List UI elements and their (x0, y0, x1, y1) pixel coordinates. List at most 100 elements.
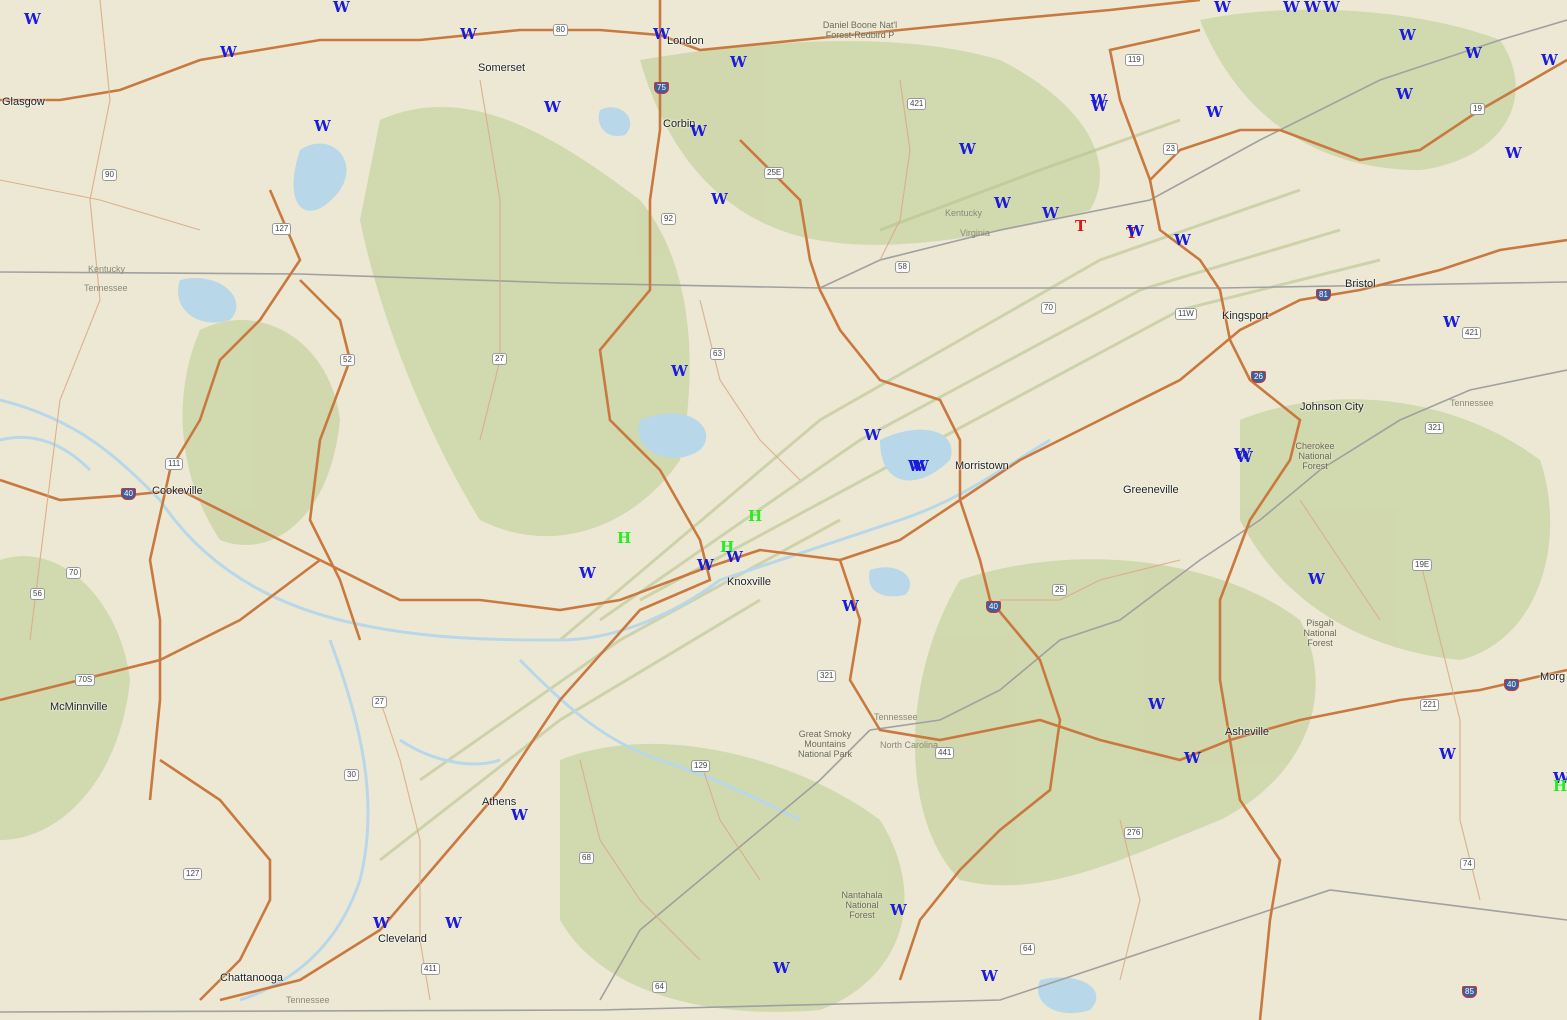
warning-marker[interactable]: W (1541, 53, 1558, 68)
t-marker[interactable]: T (1075, 219, 1086, 234)
warning-marker[interactable]: W (1214, 0, 1231, 15)
warning-marker[interactable]: W (1304, 0, 1321, 15)
route-shield: 63 (710, 348, 725, 360)
city-label: Asheville (1225, 726, 1270, 738)
city-label: Kingsport (1222, 310, 1269, 322)
warning-marker[interactable]: W (671, 364, 688, 379)
warning-marker[interactable]: W (1443, 315, 1460, 330)
warning-marker[interactable]: W (445, 916, 462, 931)
warning-marker[interactable]: W (1127, 224, 1144, 239)
city-label: Chattanooga (220, 972, 283, 984)
city-label: Glasgow (2, 96, 45, 108)
place-label: Mountains (804, 739, 846, 749)
route-shield: 129 (691, 760, 711, 772)
warning-marker[interactable]: W (959, 142, 976, 157)
state-label: Kentucky (88, 264, 126, 274)
map-canvas[interactable]: Kentucky Tennessee Kentucky Virginia Tenness… (0, 0, 1567, 1020)
warning-marker[interactable]: W (864, 428, 881, 443)
warning-marker[interactable]: W (653, 27, 670, 42)
warning-marker[interactable]: W (544, 100, 561, 115)
interstate-shield: 85 (1462, 986, 1477, 998)
warning-marker[interactable]: W (1323, 0, 1340, 15)
warning-marker[interactable]: W (1148, 697, 1165, 712)
warning-marker[interactable]: W (842, 599, 859, 614)
route-shield: 27 (492, 353, 507, 365)
state-label: Tennessee (1450, 398, 1494, 408)
city-label: Cleveland (378, 933, 427, 945)
city-label: Bristol (1345, 278, 1376, 290)
route-shield: 127 (183, 868, 203, 880)
warning-marker[interactable]: W (1236, 450, 1253, 465)
warning-marker[interactable]: W (1399, 28, 1416, 43)
route-shield: 321 (817, 670, 837, 682)
route-shield: 68 (579, 852, 594, 864)
warning-marker[interactable]: W (1174, 233, 1191, 248)
warning-marker[interactable]: W (1091, 99, 1108, 114)
interstate-shield: 40 (1504, 679, 1519, 691)
warning-marker[interactable]: W (690, 124, 707, 139)
warning-marker[interactable]: W (1283, 0, 1300, 15)
warning-marker[interactable]: W (1308, 572, 1325, 587)
warning-marker[interactable]: W (1505, 146, 1522, 161)
warning-marker[interactable]: W (460, 27, 477, 42)
warning-marker[interactable]: W (994, 196, 1011, 211)
city-label: Somerset (478, 62, 526, 74)
warning-marker[interactable]: W (373, 916, 390, 931)
route-shield: 25 (1052, 584, 1067, 596)
h-marker[interactable]: H (748, 509, 762, 524)
interstate-shield: 81 (1316, 289, 1331, 301)
city-label: Morristown (955, 460, 1009, 472)
route-shield: 70S (75, 674, 96, 686)
h-marker[interactable]: H (617, 531, 631, 546)
place-label: Forest-Redbird P (825, 30, 895, 40)
place-label: Pisgah (1306, 618, 1334, 628)
route-shield: 276 (1124, 827, 1144, 839)
warning-marker[interactable]: W (773, 961, 790, 976)
warning-marker[interactable]: W (1042, 206, 1059, 221)
city-label: Morg (1540, 671, 1566, 683)
place-label: Forest (1307, 638, 1333, 648)
warning-marker[interactable]: W (912, 459, 929, 474)
state-label: Virginia (960, 228, 990, 238)
warning-marker[interactable]: W (1396, 87, 1413, 102)
place-label: National (845, 900, 879, 910)
city-label: Cookeville (152, 485, 203, 497)
city-label: Knoxville (727, 576, 772, 588)
route-shield: 56 (30, 588, 45, 600)
route-shield: 27 (372, 696, 387, 708)
route-shield: 441 (935, 747, 955, 759)
warning-marker[interactable]: W (579, 566, 596, 581)
interstate-shield: 40 (121, 488, 136, 500)
city-label: McMinnville (50, 701, 108, 713)
warning-marker[interactable]: W (1465, 46, 1482, 61)
warning-marker[interactable]: W (981, 969, 998, 984)
city-label: Johnson City (1300, 401, 1364, 413)
warning-marker[interactable]: W (730, 55, 747, 70)
warning-marker[interactable]: W (697, 558, 714, 573)
warning-marker[interactable]: W (1184, 751, 1201, 766)
place-label: Cherokee (1295, 441, 1335, 451)
warning-marker[interactable]: W (333, 0, 350, 15)
state-label: Kentucky (945, 208, 983, 218)
city-label: Greeneville (1123, 484, 1179, 496)
warning-marker[interactable]: W (1439, 747, 1456, 762)
route-shield: 421 (907, 98, 927, 110)
warning-marker[interactable]: W (24, 12, 41, 27)
route-shield: 74 (1460, 858, 1475, 870)
route-shield: 421 (1462, 327, 1482, 339)
place-label: Forest (849, 910, 875, 920)
warning-marker[interactable]: W (890, 903, 907, 918)
route-shield: 70 (1041, 302, 1056, 314)
warning-marker[interactable]: W (314, 119, 331, 134)
place-label: National Park (797, 749, 853, 759)
basemap (0, 0, 1567, 1020)
warning-marker[interactable]: W (1206, 105, 1223, 120)
interstate-shield: 75 (654, 82, 669, 94)
route-shield: 58 (895, 261, 910, 273)
route-shield: 19 (1470, 103, 1485, 115)
warning-marker[interactable]: W (726, 550, 743, 565)
warning-marker[interactable]: W (511, 808, 528, 823)
h-marker[interactable]: H (1553, 779, 1567, 794)
warning-marker[interactable]: W (711, 192, 728, 207)
warning-marker[interactable]: W (220, 45, 237, 60)
